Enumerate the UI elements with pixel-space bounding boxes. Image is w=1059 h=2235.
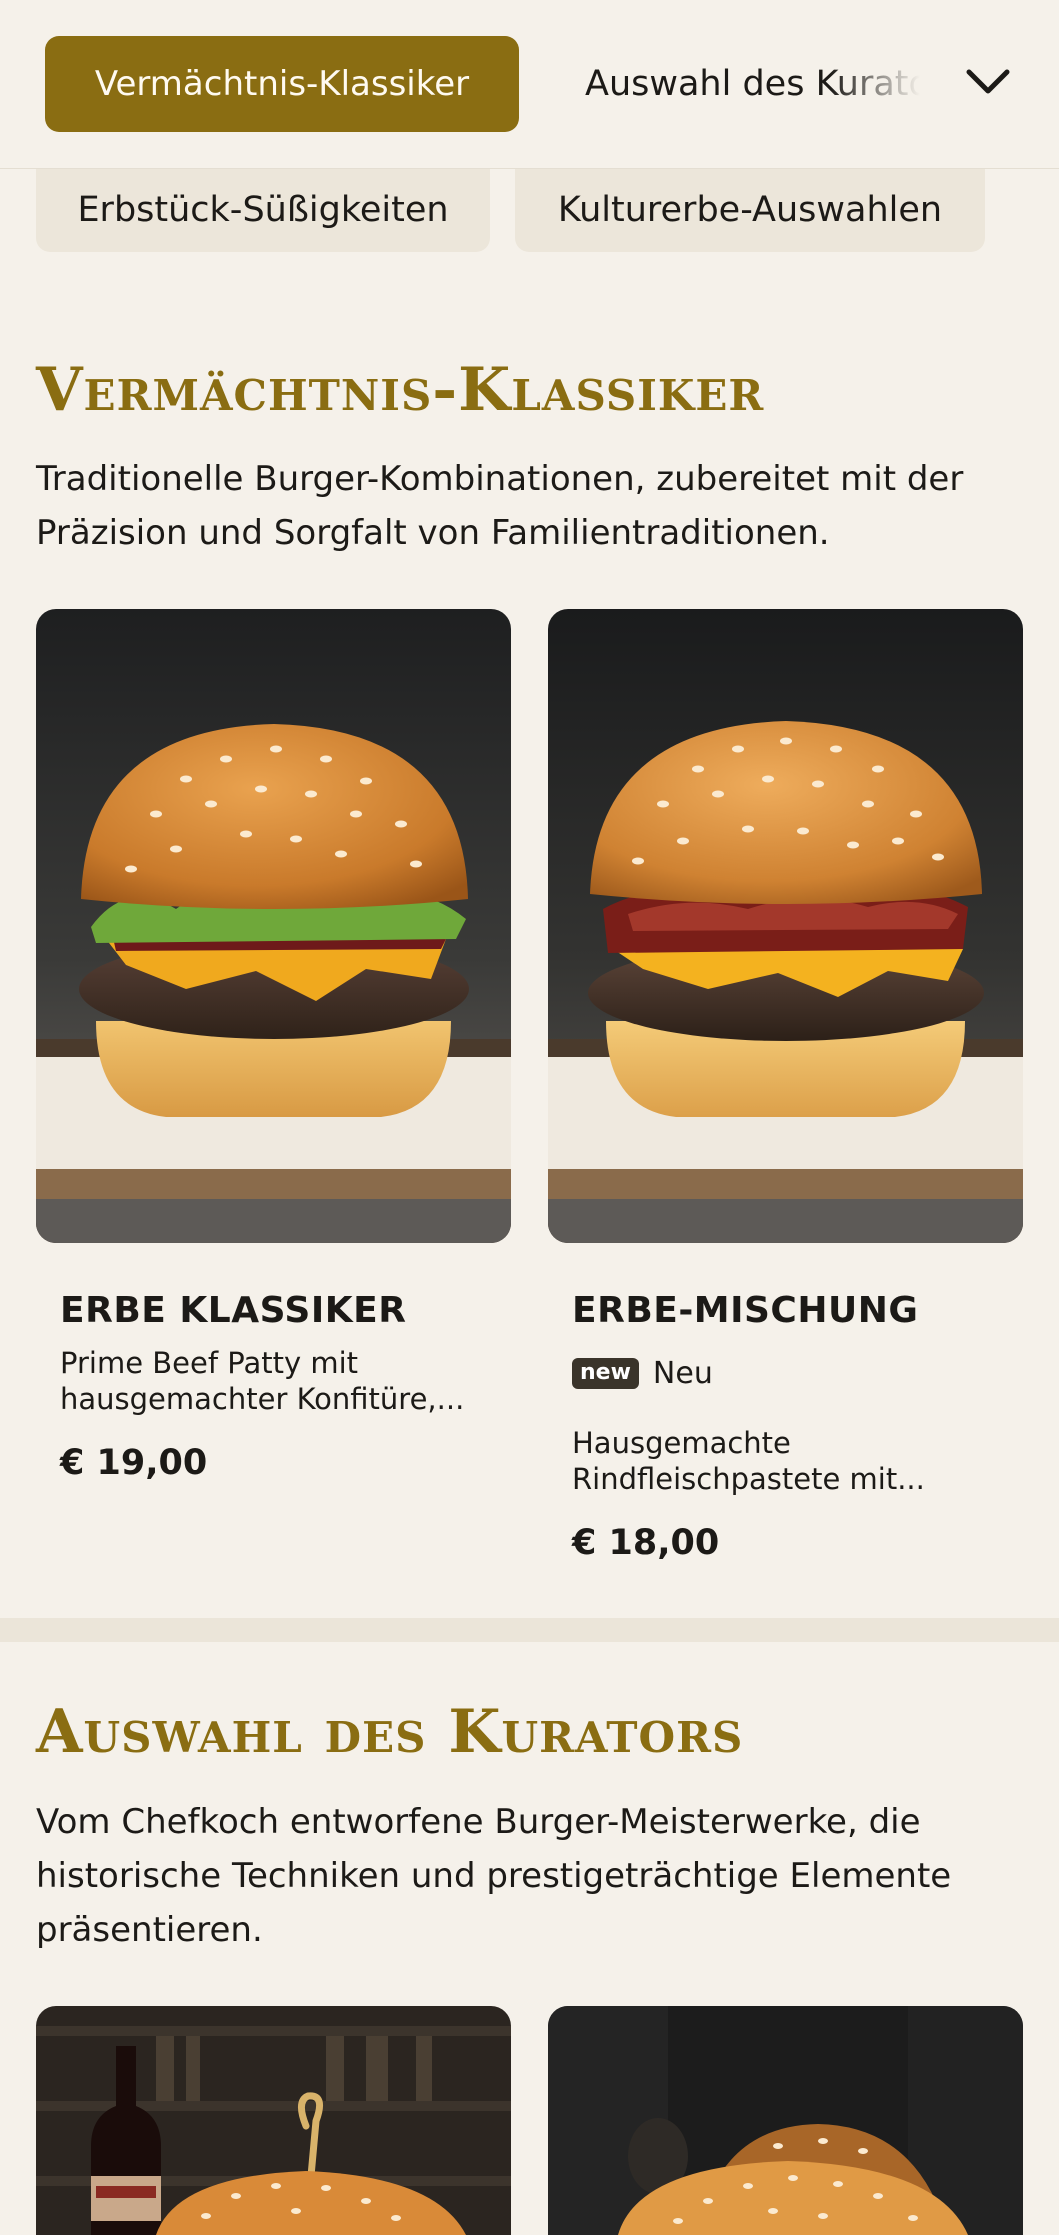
new-badge-label: Neu: [652, 1356, 713, 1391]
fade-overlay: [830, 36, 950, 132]
category-tab-active[interactable]: Vermächtnis-Klassiker: [45, 36, 519, 132]
section-title: Auswahl des Kurators: [36, 1697, 744, 1767]
burger-image-mix[interactable]: [548, 609, 1023, 1243]
menu-item-description: Hausgemachte Rindfleischpastete mit...: [572, 1426, 925, 1496]
menu-item-description: Prime Beef Patty mit hausgemachter Konfi…: [60, 1346, 465, 1416]
section-title: Vermächtnis-Klassiker: [36, 355, 765, 425]
chevron-down-icon[interactable]: [958, 52, 1018, 112]
menu-item-title[interactable]: ERBE-MISCHUNG: [572, 1290, 918, 1331]
category-nav: Vermächtnis-Klassiker Auswahl des Kurato…: [0, 0, 1059, 169]
menu-item-price: € 19,00: [60, 1443, 208, 1483]
new-badge-row: new Neu: [572, 1356, 713, 1391]
burger-image-curator-2[interactable]: [548, 2006, 1023, 2235]
new-badge: new: [572, 1358, 639, 1389]
burger-image-curator-1[interactable]: [36, 2006, 511, 2235]
category-chip-heritage[interactable]: Kulturerbe-Auswahlen: [515, 168, 985, 252]
menu-item-title[interactable]: ERBE KLASSIKER: [60, 1290, 406, 1331]
burger-image-classic[interactable]: [36, 609, 511, 1243]
category-row-2: Erbstück-Süßigkeiten Kulturerbe-Auswahle…: [0, 168, 1059, 254]
section-divider: [0, 1618, 1059, 1642]
section-description: Vom Chefkoch entworfene Burger-Meisterwe…: [36, 1802, 952, 1950]
section-description: Traditionelle Burger-Kombinationen, zube…: [36, 459, 964, 553]
category-chip-sweets[interactable]: Erbstück-Süßigkeiten: [36, 168, 490, 252]
menu-item-price: € 18,00: [572, 1523, 720, 1563]
